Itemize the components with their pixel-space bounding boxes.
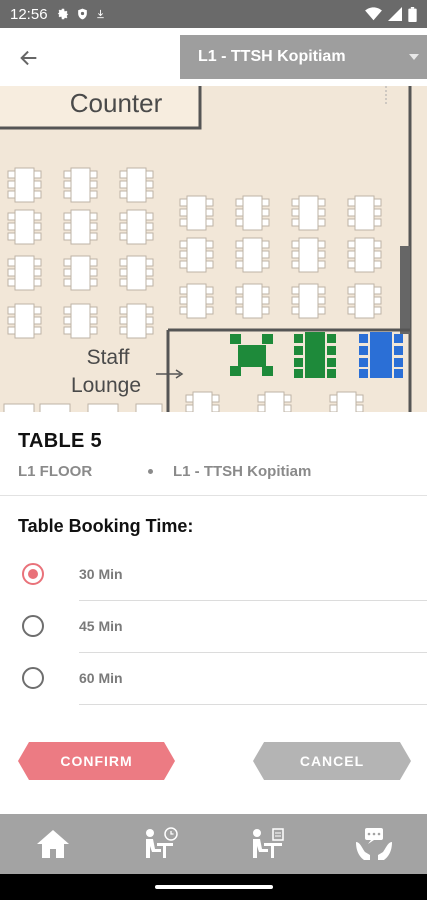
booking-option-30[interactable]: 30 Min (0, 549, 427, 601)
table-meta: L1 FLOOR L1 - TTSH Kopitiam (18, 463, 311, 480)
confirm-button[interactable]: CONFIRM (18, 742, 175, 780)
chevron-down-icon (409, 54, 419, 60)
battery-icon (408, 6, 417, 22)
map-table[interactable] (7, 255, 42, 291)
booking-option-60[interactable]: 60 Min (0, 653, 427, 705)
radio-button[interactable] (22, 563, 44, 585)
home-gesture-handle[interactable] (155, 885, 273, 889)
app-bar: L1 - TTSH Kopitiam (0, 28, 427, 86)
bottom-nav (0, 814, 427, 874)
map-table[interactable] (347, 283, 382, 319)
map-table[interactable] (185, 391, 220, 412)
home-icon (37, 830, 70, 858)
table-location: L1 - TTSH Kopitiam (173, 463, 312, 480)
signal-icon (388, 7, 402, 21)
dining-reserve-icon (252, 828, 284, 858)
map-table[interactable] (347, 195, 382, 231)
booking-option-label: 45 Min (79, 618, 123, 634)
nav-dining-time[interactable] (107, 814, 214, 874)
staff-label-line1: Staff (87, 346, 130, 369)
map-table-green[interactable] (230, 334, 273, 376)
map-table[interactable] (119, 209, 154, 245)
map-table[interactable] (257, 391, 292, 412)
table-floor: L1 FLOOR (18, 463, 93, 480)
divider (0, 495, 427, 496)
map-table[interactable] (63, 303, 98, 339)
map-table[interactable] (235, 195, 270, 231)
map-table[interactable] (291, 195, 326, 231)
booking-time-heading: Table Booking Time: (18, 516, 194, 536)
map-table[interactable] (7, 209, 42, 245)
back-button[interactable] (14, 43, 44, 73)
nav-home[interactable] (0, 814, 107, 874)
arrow-left-icon (20, 50, 37, 66)
map-table[interactable] (235, 237, 270, 273)
map-table[interactable] (179, 283, 214, 319)
cancel-button[interactable]: CANCEL (253, 742, 411, 780)
map-table[interactable] (7, 303, 42, 339)
location-dropdown-label: L1 - TTSH Kopitiam (198, 48, 346, 65)
shield-icon (76, 7, 89, 21)
map-table-blue[interactable] (359, 332, 403, 378)
wifi-icon (365, 7, 382, 21)
radio-button[interactable] (22, 667, 44, 689)
download-icon (95, 7, 106, 21)
map-table[interactable] (329, 391, 364, 412)
booking-option-label: 60 Min (79, 670, 123, 686)
map-table[interactable] (119, 255, 154, 291)
table-detail-sheet: TABLE 5 L1 FLOOR L1 - TTSH Kopitiam Tabl… (0, 412, 427, 814)
map-table[interactable] (179, 237, 214, 273)
map-table[interactable] (347, 237, 382, 273)
map-table-green[interactable] (294, 332, 336, 378)
nav-support[interactable] (320, 814, 427, 874)
counter-label: Counter (70, 88, 163, 118)
map-table[interactable] (119, 303, 154, 339)
location-dropdown[interactable]: L1 - TTSH Kopitiam (180, 35, 427, 79)
status-time: 12:56 (10, 5, 48, 23)
meta-separator-dot (148, 469, 153, 474)
system-nav-bar (0, 874, 427, 900)
map-table[interactable] (7, 167, 42, 203)
map-table[interactable] (291, 237, 326, 273)
map-table[interactable] (291, 283, 326, 319)
map-table[interactable] (63, 209, 98, 245)
booking-option-45[interactable]: 45 Min (0, 601, 427, 653)
dining-time-icon (146, 827, 178, 858)
support-hands-icon (355, 828, 392, 860)
booking-option-label: 30 Min (79, 566, 123, 582)
map-table[interactable] (179, 195, 214, 231)
table-title: TABLE 5 (18, 430, 102, 452)
gear-icon (56, 7, 70, 21)
floor-map[interactable]: Counter Staff Lounge (0, 86, 427, 412)
map-table[interactable] (119, 167, 154, 203)
status-bar: 12:56 (0, 0, 427, 28)
map-table[interactable] (63, 255, 98, 291)
map-table[interactable] (235, 283, 270, 319)
staff-label-line2: Lounge (71, 374, 141, 397)
map-table[interactable] (63, 167, 98, 203)
nav-dining-reserve[interactable] (214, 814, 321, 874)
divider (79, 704, 427, 705)
status-left-icons (56, 7, 106, 21)
radio-button[interactable] (22, 615, 44, 637)
status-right-icons (365, 6, 417, 22)
